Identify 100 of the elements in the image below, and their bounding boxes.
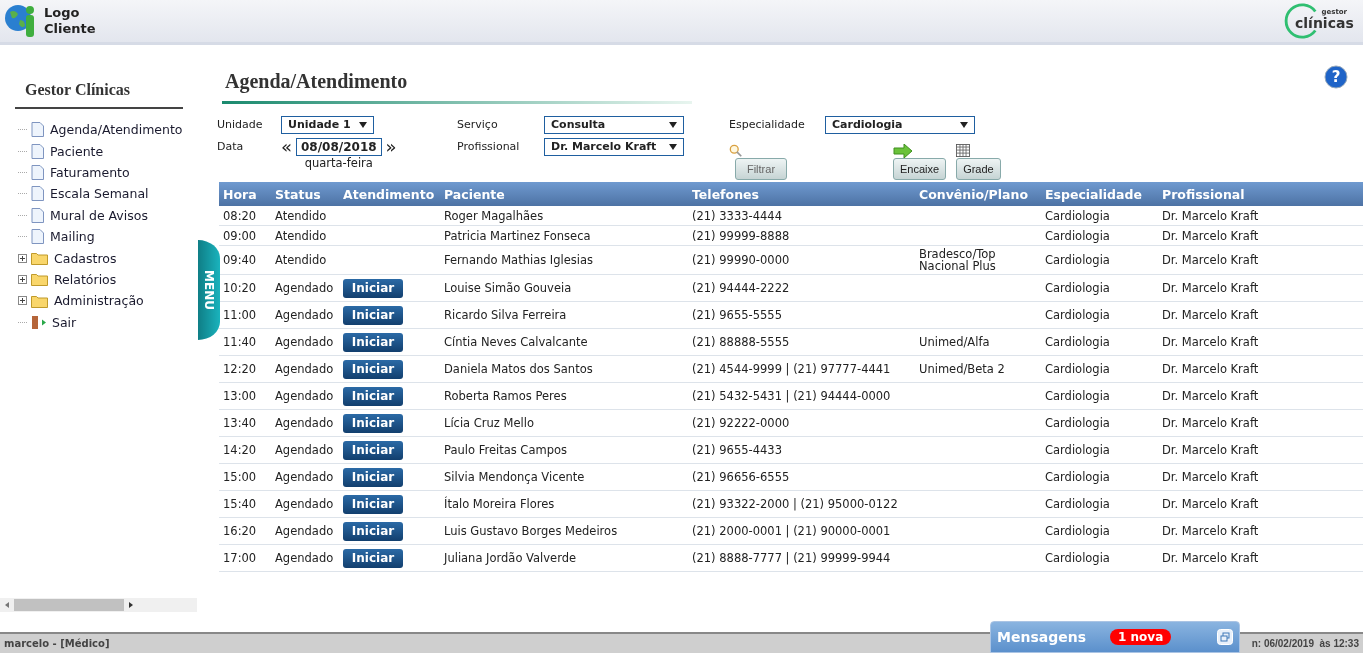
table-cell: Cardiologia bbox=[1045, 208, 1110, 223]
restore-window-icon[interactable] bbox=[1217, 629, 1233, 645]
table-cell: 17:00 bbox=[223, 551, 257, 565]
service-dropdown[interactable]: Consulta bbox=[544, 116, 684, 134]
table-cell: Agendado bbox=[275, 389, 334, 403]
page-icon bbox=[31, 207, 44, 223]
sidebar-item[interactable]: Agenda/Atendimento bbox=[18, 119, 197, 141]
table-cell: 16:20 bbox=[223, 524, 257, 538]
messages-panel[interactable]: Mensagens 1 nova bbox=[990, 621, 1240, 653]
next-date-button[interactable]: » bbox=[385, 139, 397, 155]
start-button[interactable]: Iniciar bbox=[343, 440, 403, 460]
sidebar-item[interactable]: Sair bbox=[18, 311, 197, 333]
column-header[interactable]: Paciente bbox=[440, 182, 688, 206]
table-cell: 15:40 bbox=[223, 497, 257, 511]
table-cell: (21) 3333-4444 bbox=[692, 208, 782, 223]
column-header[interactable]: Convênio/Plano bbox=[915, 182, 1041, 206]
table-cell: Paulo Freitas Campos bbox=[444, 443, 567, 457]
user-text: marcelo - [Médico] bbox=[4, 638, 110, 649]
table-cell: Dr. Marcelo Kraft bbox=[1162, 308, 1259, 322]
folder-icon bbox=[31, 293, 48, 308]
table-cell: Roger Magalhães bbox=[444, 208, 544, 223]
table-cell: 13:40 bbox=[223, 416, 257, 430]
table-cell: Roberta Ramos Peres bbox=[444, 389, 567, 403]
table-cell: Agendado bbox=[275, 416, 334, 430]
table-cell: Atendido bbox=[275, 253, 327, 267]
expand-icon[interactable] bbox=[18, 253, 27, 263]
toolbar-button[interactable]: Encaixe bbox=[893, 158, 947, 180]
messages-title: Mensagens bbox=[997, 629, 1086, 645]
table-cell: Dr. Marcelo Kraft bbox=[1162, 416, 1259, 430]
table-cell: 09:40 bbox=[223, 253, 257, 267]
professional-dropdown[interactable]: Dr. Marcelo Kraft bbox=[544, 138, 684, 156]
table-cell: 09:00 bbox=[223, 228, 257, 243]
sidebar-item[interactable]: Mural de Avisos bbox=[18, 204, 197, 226]
page-icon bbox=[31, 164, 44, 180]
column-header[interactable]: Status bbox=[271, 182, 339, 206]
start-button[interactable]: Iniciar bbox=[343, 359, 403, 379]
table-cell: 10:20 bbox=[223, 281, 257, 295]
column-header[interactable]: Profissional bbox=[1158, 182, 1363, 206]
sidebar-item[interactable]: Faturamento bbox=[18, 161, 197, 184]
sidebar-item[interactable]: Administração bbox=[18, 290, 197, 312]
start-button[interactable]: Iniciar bbox=[343, 305, 403, 325]
table-cell: Dr. Marcelo Kraft bbox=[1162, 443, 1259, 457]
expand-icon[interactable] bbox=[18, 296, 27, 306]
toolbar-button[interactable]: Filtrar bbox=[735, 158, 787, 180]
date-field[interactable]: 08/08/2018 bbox=[296, 138, 382, 156]
column-header[interactable]: Hora bbox=[219, 182, 271, 206]
table-cell: Atendido bbox=[275, 228, 327, 243]
table-cell: Agendado bbox=[275, 362, 334, 376]
table-cell-text: Unimed/Alfa bbox=[919, 334, 991, 350]
table-cell: Cíntia Neves Calvalcante bbox=[444, 335, 588, 349]
table-cell: (21) 8888-7777 | (21) 99999-9944 bbox=[692, 551, 891, 565]
start-button[interactable]: Iniciar bbox=[343, 494, 403, 514]
table-cell: (21) 88888-5555 bbox=[692, 335, 790, 349]
start-button[interactable]: Iniciar bbox=[343, 413, 403, 433]
table-cell: 12:20 bbox=[223, 362, 257, 376]
toolbar-button[interactable]: Grade bbox=[956, 158, 1001, 180]
sidebar-item[interactable]: Relatórios bbox=[18, 268, 197, 291]
column-header[interactable]: Especialidade bbox=[1041, 182, 1158, 206]
specialty-dropdown[interactable]: Cardiologia bbox=[825, 116, 975, 134]
start-button[interactable]: Iniciar bbox=[343, 521, 403, 541]
horizontal-scrollbar[interactable] bbox=[0, 598, 197, 612]
page-icon bbox=[31, 143, 44, 159]
expand-icon[interactable] bbox=[18, 274, 27, 284]
sidebar-item[interactable]: Paciente bbox=[18, 140, 197, 162]
table-cell: Dr. Marcelo Kraft bbox=[1162, 281, 1259, 295]
table-cell: 14:20 bbox=[223, 443, 257, 457]
table-cell: (21) 94444-2222 bbox=[692, 281, 790, 295]
table-cell: Cardiologia bbox=[1045, 228, 1110, 243]
table-cell: Dr. Marcelo Kraft bbox=[1162, 524, 1259, 538]
field-label: Data bbox=[217, 139, 245, 153]
search-icon bbox=[729, 144, 743, 158]
table-cell: (21) 99999-8888 bbox=[692, 228, 790, 243]
sidebar-item[interactable]: Mailing bbox=[18, 225, 197, 248]
previous-date-button[interactable]: « bbox=[281, 139, 292, 155]
column-header[interactable]: Atendimento bbox=[339, 182, 440, 206]
table-cell: Dr. Marcelo Kraft bbox=[1162, 551, 1259, 565]
start-button[interactable]: Iniciar bbox=[343, 467, 403, 487]
sidebar-item[interactable]: Cadastros bbox=[18, 247, 197, 269]
column-header[interactable]: Telefones bbox=[688, 182, 915, 206]
start-button[interactable]: Iniciar bbox=[343, 332, 403, 352]
unit-dropdown[interactable]: Unidade 1 bbox=[281, 116, 374, 134]
table-cell: Dr. Marcelo Kraft bbox=[1162, 470, 1259, 484]
table-cell: Patricia Martinez Fonseca bbox=[444, 228, 591, 243]
table-cell: Cardiologia bbox=[1045, 362, 1110, 376]
start-button[interactable]: Iniciar bbox=[343, 548, 403, 568]
help-icon[interactable]: ? bbox=[1324, 65, 1348, 89]
start-button[interactable]: Iniciar bbox=[343, 278, 403, 298]
table-cell: Dr. Marcelo Kraft bbox=[1162, 362, 1259, 376]
sidebar-item[interactable]: Escala Semanal bbox=[18, 183, 197, 205]
table-cell: Cardiologia bbox=[1045, 524, 1110, 538]
table-cell: Luis Gustavo Borges Medeiros bbox=[444, 524, 618, 538]
table-cell: (21) 9655-5555 bbox=[692, 308, 782, 322]
page-icon bbox=[31, 229, 44, 245]
table-cell: Cardiologia bbox=[1045, 497, 1110, 511]
table-cell: Cardiologia bbox=[1045, 335, 1110, 349]
start-button[interactable]: Iniciar bbox=[343, 386, 403, 406]
table-cell: Silvia Mendonça Vicente bbox=[444, 470, 585, 484]
table-cell: Dr. Marcelo Kraft bbox=[1162, 253, 1259, 267]
table-cell: Lícia Cruz Mello bbox=[444, 416, 534, 430]
table-cell: Dr. Marcelo Kraft bbox=[1162, 228, 1259, 243]
